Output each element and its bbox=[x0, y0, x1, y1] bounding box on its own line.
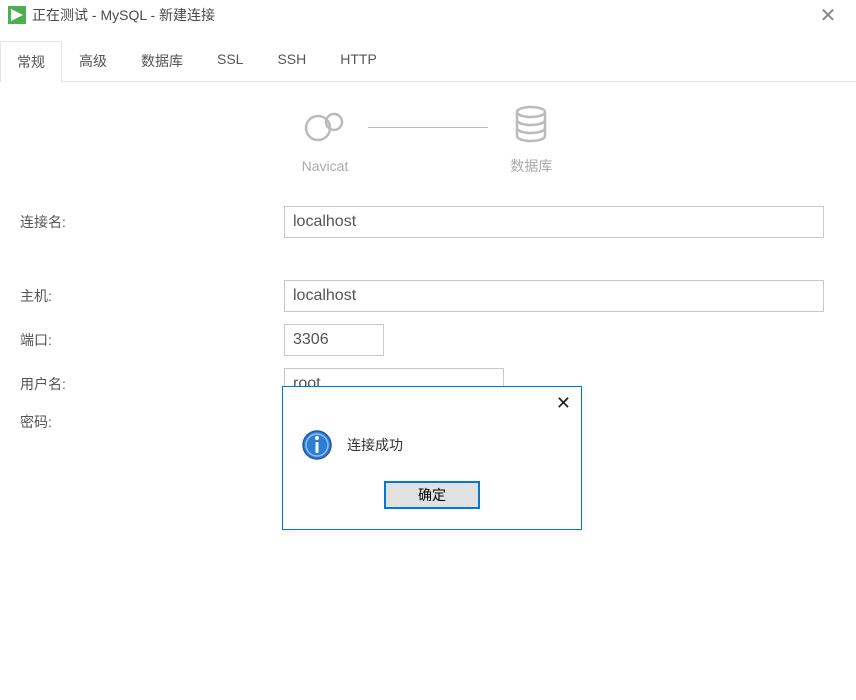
label-host: 主机: bbox=[14, 286, 284, 306]
input-connection-name[interactable] bbox=[284, 206, 824, 238]
navicat-icon bbox=[302, 104, 348, 150]
label-port: 端口: bbox=[14, 330, 284, 350]
row-connection-name: 连接名: bbox=[14, 206, 842, 238]
tab-advanced[interactable]: 高级 bbox=[62, 40, 124, 81]
connection-diagram: Navicat 数据库 bbox=[14, 102, 842, 176]
input-port[interactable] bbox=[284, 324, 384, 356]
label-connection-name: 连接名: bbox=[14, 212, 284, 232]
diagram-database: 数据库 bbox=[508, 102, 554, 176]
dialog-titlebar: ✕ bbox=[283, 387, 581, 419]
info-icon bbox=[301, 429, 333, 461]
app-icon bbox=[8, 6, 26, 24]
diagram-connector-line bbox=[368, 127, 488, 128]
label-username: 用户名: bbox=[14, 374, 284, 394]
tab-general[interactable]: 常规 bbox=[0, 41, 62, 82]
dialog-body: 连接成功 bbox=[283, 419, 581, 481]
database-icon bbox=[508, 102, 554, 148]
titlebar: 正在测试 - MySQL - 新建连接 ✕ bbox=[0, 0, 856, 30]
tab-ssh[interactable]: SSH bbox=[260, 40, 323, 81]
content-panel: Navicat 数据库 连接名: 主机: 端口: 用户名: 密码: bbox=[0, 82, 856, 464]
diagram-navicat-label: Navicat bbox=[302, 158, 349, 174]
tab-database[interactable]: 数据库 bbox=[124, 40, 200, 81]
window-close-icon[interactable]: ✕ bbox=[808, 3, 848, 28]
tabs: 常规 高级 数据库 SSL SSH HTTP bbox=[0, 30, 856, 82]
diagram-database-label: 数据库 bbox=[510, 156, 552, 176]
tab-http[interactable]: HTTP bbox=[323, 40, 394, 81]
window-title: 正在测试 - MySQL - 新建连接 bbox=[32, 5, 808, 25]
dialog-close-icon[interactable]: ✕ bbox=[556, 393, 571, 414]
ok-button[interactable]: 确定 bbox=[384, 481, 480, 509]
tab-ssl[interactable]: SSL bbox=[200, 40, 260, 81]
label-password: 密码: bbox=[14, 412, 284, 432]
dialog-footer: 确定 bbox=[283, 481, 581, 529]
row-host: 主机: bbox=[14, 280, 842, 312]
diagram-navicat: Navicat bbox=[302, 104, 349, 174]
row-port: 端口: bbox=[14, 324, 842, 356]
input-host[interactable] bbox=[284, 280, 824, 312]
dialog-message: 连接成功 bbox=[347, 435, 403, 455]
message-dialog: ✕ 连接成功 确定 bbox=[282, 386, 582, 530]
